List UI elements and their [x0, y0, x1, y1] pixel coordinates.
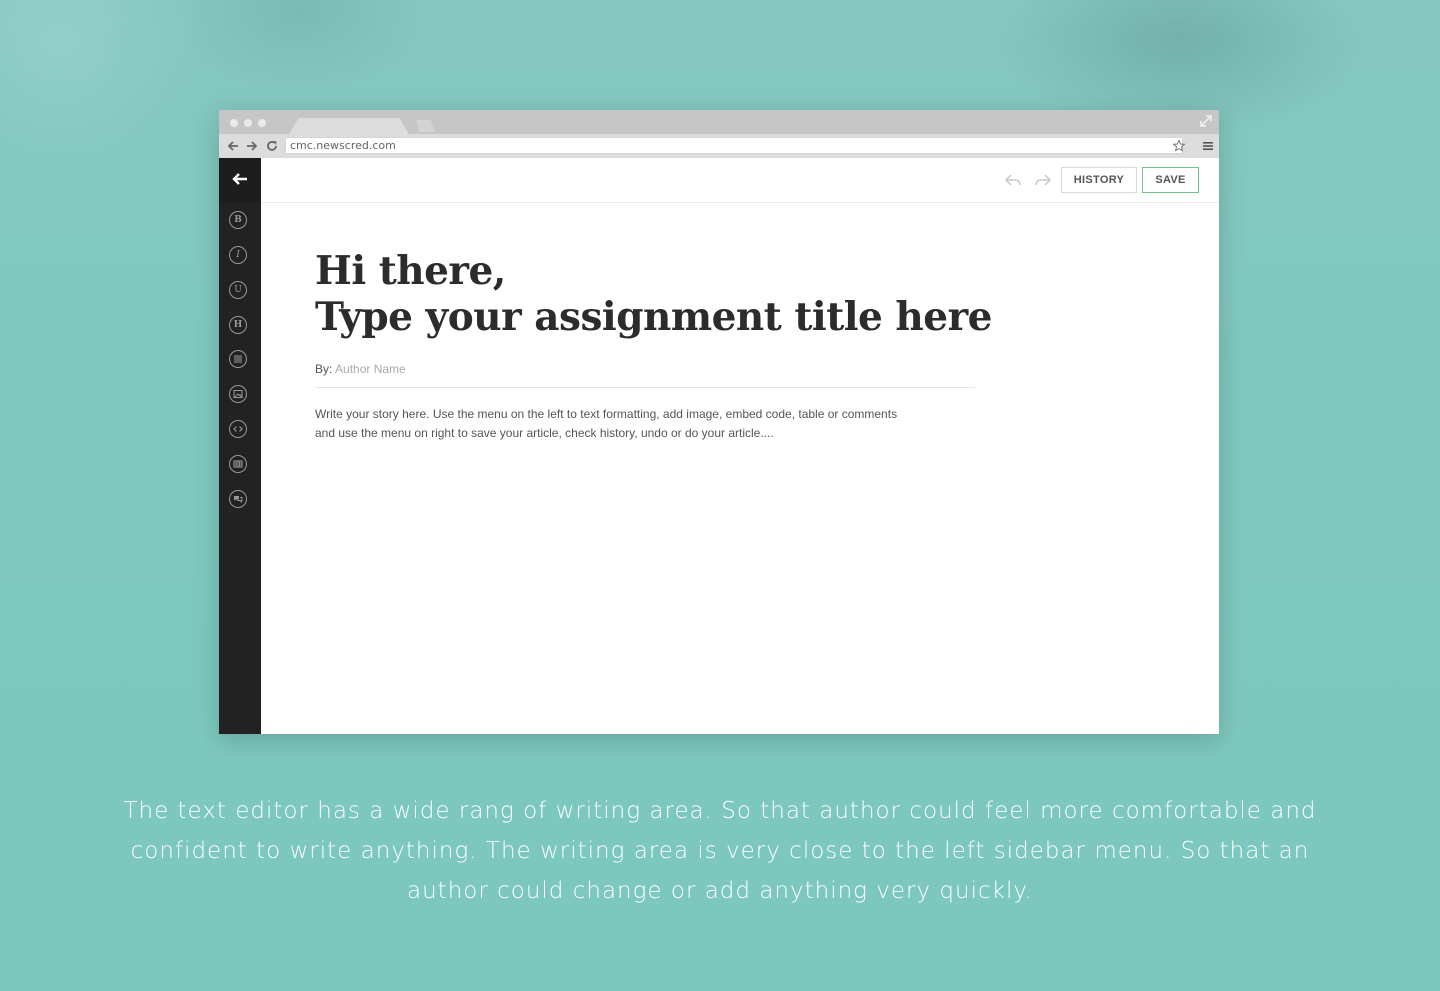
address-bar: cmc.newscred.com — [219, 134, 1219, 159]
editor-sidebar: B I U H — [219, 158, 261, 734]
window-zoom-dot[interactable] — [258, 119, 266, 127]
expand-icon[interactable] — [1199, 114, 1213, 128]
align-icon[interactable] — [229, 350, 247, 368]
body-line-2: and use the menu on right to save your a… — [315, 426, 774, 440]
byline: By: Author Name — [315, 362, 406, 376]
title-placeholder: Type your assignment title here — [315, 294, 992, 340]
bold-icon[interactable]: B — [229, 211, 247, 229]
byline-label: By: — [315, 362, 333, 376]
forward-arrow-icon[interactable] — [245, 139, 259, 153]
editor-toolbar: HISTORY SAVE — [261, 158, 1219, 203]
embed-code-icon[interactable] — [229, 420, 247, 438]
caption-line-3: author could change or add anything very… — [407, 878, 1033, 904]
caption-line-2: confident to write anything. The writing… — [130, 838, 1310, 864]
history-button[interactable]: HISTORY — [1061, 167, 1137, 193]
underline-icon[interactable]: U — [229, 281, 247, 299]
bookmark-star-icon[interactable] — [1172, 139, 1186, 153]
browser-tab[interactable] — [289, 118, 409, 134]
title-greeting: Hi there, — [315, 248, 506, 294]
window-minimize-dot[interactable] — [244, 119, 252, 127]
article-body[interactable]: Write your story here. Use the menu on t… — [315, 405, 935, 443]
caption-line-1: The text editor has a wide rang of writi… — [123, 798, 1317, 824]
image-icon[interactable] — [229, 385, 247, 403]
table-icon[interactable] — [229, 455, 247, 473]
back-arrow-icon — [232, 173, 247, 185]
caption-text: The text editor has a wide rang of writi… — [120, 791, 1320, 911]
browser-window: cmc.newscred.com B I U H HISTORY SAVE Hi… — [219, 110, 1219, 734]
back-arrow-icon[interactable] — [226, 139, 240, 153]
browser-titlebar — [219, 110, 1219, 134]
window-close-dot[interactable] — [230, 119, 238, 127]
save-button[interactable]: SAVE — [1142, 167, 1199, 193]
italic-icon[interactable]: I — [229, 246, 247, 264]
comments-icon[interactable] — [229, 490, 247, 508]
redo-icon[interactable] — [1033, 171, 1053, 189]
undo-icon[interactable] — [1003, 171, 1023, 189]
article-title[interactable]: Hi there, Type your assignment title her… — [315, 248, 1135, 340]
new-tab-button[interactable] — [416, 120, 435, 132]
heading-icon[interactable]: H — [229, 316, 247, 334]
url-field[interactable]: cmc.newscred.com — [285, 137, 1183, 154]
reload-icon[interactable] — [265, 139, 279, 153]
author-name-field[interactable]: Author Name — [335, 362, 406, 376]
back-button[interactable] — [219, 158, 261, 202]
divider — [315, 387, 975, 388]
browser-menu-icon[interactable] — [1202, 140, 1214, 152]
body-line-1: Write your story here. Use the menu on t… — [315, 407, 898, 421]
